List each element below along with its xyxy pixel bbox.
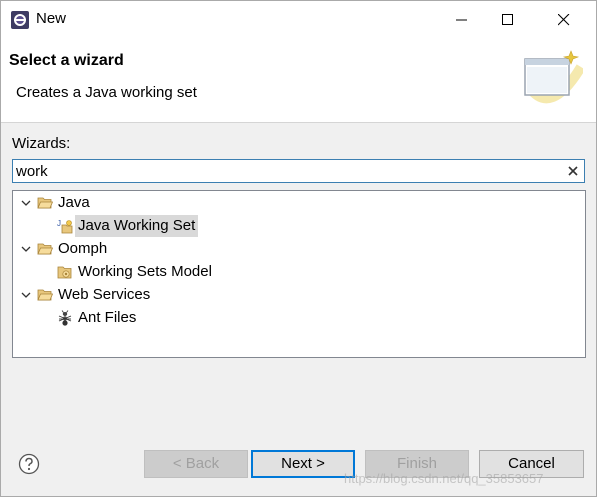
java-working-set-icon: J [57,219,73,234]
wizard-filter [12,159,585,183]
back-button[interactable]: < Back [144,450,248,478]
next-button[interactable]: Next > [251,450,355,478]
tree-item-label: Java Working Set [75,215,199,237]
minimize-icon [456,19,467,21]
close-button[interactable] [541,1,587,39]
new-wizard-dialog: New Select a wizard Creates a Java worki… [0,0,597,497]
clear-filter-icon[interactable] [566,164,580,178]
chevron-down-icon[interactable] [21,291,31,299]
svg-text:J: J [57,219,61,228]
folder-open-icon [37,197,53,209]
minimize-button[interactable] [439,1,485,39]
tree-item-label: Working Sets Model [78,263,212,280]
title-bar[interactable]: New [1,1,596,39]
eclipse-app-icon [11,11,29,29]
chevron-down-icon[interactable] [21,245,31,253]
help-icon[interactable] [18,453,40,475]
wizards-label: Wizards: [12,135,71,152]
wizard-tree[interactable]: Java J Java Working Set Oomph Working Se… [12,190,586,358]
folder-open-icon [37,289,53,301]
page-title: Select a wizard [9,52,124,69]
chevron-down-icon[interactable] [21,199,31,207]
new-wizard-banner-icon [524,50,583,104]
maximize-icon [502,14,513,25]
tree-item-label: Web Services [58,286,151,303]
tree-item-label: Java [58,194,90,211]
tree-item-label: Ant Files [78,309,137,326]
folder-open-icon [37,243,53,255]
close-icon [558,14,570,26]
wizard-filter-input[interactable] [16,162,556,180]
page-description: Creates a Java working set [16,84,197,101]
maximize-button[interactable] [485,1,531,39]
working-sets-model-icon [57,266,72,279]
ant-icon [58,310,72,326]
wizard-header: Select a wizard Creates a Java working s… [1,39,596,123]
tree-item-label: Oomph [58,240,108,257]
watermark: https://blog.csdn.net/qq_35853657 [344,471,544,486]
window-title: New [36,10,67,27]
